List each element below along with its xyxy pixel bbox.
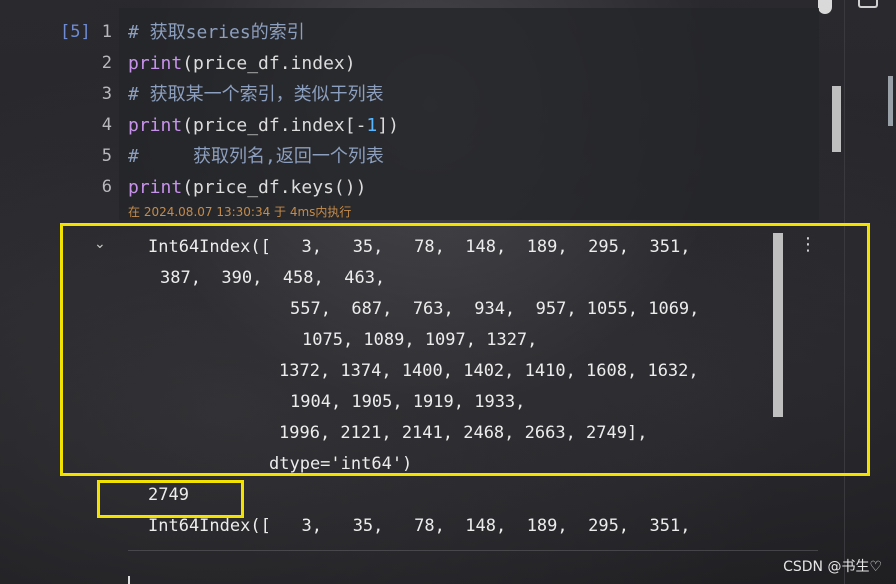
code-line[interactable]: # 获取series的索引 [128, 17, 305, 48]
line-number: 1 [101, 22, 112, 42]
output-line: 1904, 1905, 1919, 1933, [290, 392, 526, 412]
line-number: 3 [101, 84, 112, 104]
output-line: 1372, 1374, 1400, 1402, 1410, 1608, 1632… [279, 361, 699, 381]
panel-icon[interactable] [858, 0, 878, 8]
last-index-output: 2749 [148, 485, 189, 505]
page-scrollbar-thumb[interactable] [888, 76, 893, 126]
code-text: (price_df.index[- [182, 115, 367, 136]
code-line[interactable]: print(price_df.keys()) [128, 172, 366, 203]
line-number: 2 [101, 53, 112, 73]
execution-timestamp: 在 2024.08.07 13:30:34 于 4ms内执行 [128, 205, 352, 219]
code-comment: # 获取某一个索引，类似于列表 [128, 84, 384, 105]
code-line[interactable]: # 获取列名,返回一个列表 [128, 141, 384, 172]
code-line[interactable]: # 获取某一个索引，类似于列表 [128, 79, 384, 110]
execution-count: [5] [60, 22, 91, 42]
code-line[interactable]: print(price_df.index[-1]) [128, 110, 399, 141]
output-line: 1075, 1089, 1097, 1327, [302, 330, 538, 350]
cell-separator [128, 550, 818, 551]
code-line[interactable]: print(price_df.index) [128, 48, 356, 79]
next-cell-cursor[interactable] [128, 576, 130, 584]
csdn-watermark: CSDN @书生♡ [783, 559, 882, 575]
line-number: 6 [101, 177, 112, 197]
editor-scrollbar-thumb[interactable] [832, 86, 841, 152]
code-number: 1 [366, 115, 378, 136]
code-comment: # 获取series的索引 [128, 22, 305, 43]
code-text: ]) [377, 115, 399, 136]
line-number: 5 [101, 146, 112, 166]
output-line: Int64Index([ 3, 35, 78, 148, 189, 295, 3… [148, 237, 691, 257]
output-line: 557, 687, 763, 934, 957, 1055, 1069, [290, 299, 700, 319]
line-number: 4 [101, 115, 112, 135]
keys-output-line: Int64Index([ 3, 35, 78, 148, 189, 295, 3… [148, 516, 691, 536]
output-line: 1996, 2121, 2141, 2468, 2663, 2749], [279, 423, 648, 443]
code-keyword: print [128, 53, 183, 74]
output-line: dtype='int64') [269, 454, 413, 474]
code-text: (price_df.index) [182, 53, 356, 74]
output-line: 387, 390, 458, 463, [160, 268, 386, 288]
user-icon[interactable] [818, 0, 832, 14]
code-keyword: print [128, 115, 183, 136]
code-text: (price_df.keys()) [182, 177, 367, 198]
code-keyword: print [128, 177, 183, 198]
code-comment: # 获取列名,返回一个列表 [128, 146, 384, 167]
